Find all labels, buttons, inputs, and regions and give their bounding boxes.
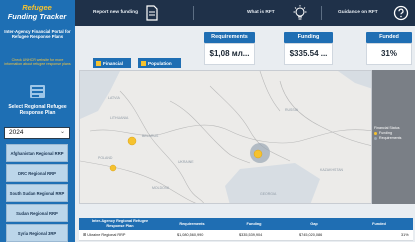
filter-icon [30, 85, 45, 98]
svg-text:UKRAINE: UKRAINE [178, 160, 194, 164]
app-title: Refugee Funding Tracker [4, 3, 70, 21]
table-cell: ⊞ Ukraine Regional RRP [83, 233, 126, 237]
table-cell: 31% [401, 233, 409, 237]
year-dropdown[interactable]: 2024 ⌄ [4, 127, 70, 139]
report-funding-link[interactable]: Report new funding [93, 10, 138, 15]
map-bubble[interactable] [109, 164, 117, 172]
plan-button-afghanistan[interactable]: Afghanistan Regional RRP [6, 144, 68, 162]
svg-text:LITHUANIA: LITHUANIA [110, 116, 129, 120]
funded-card-label: Funded [366, 32, 412, 43]
requirements-card-label: Requirements [204, 32, 255, 43]
plan-button-sudan[interactable]: Sudan Regional RRP [6, 204, 68, 222]
funded-card-value: 31% [366, 43, 412, 65]
lightbulb-icon[interactable] [292, 5, 308, 21]
document-icon[interactable] [144, 5, 160, 21]
population-toggle[interactable]: Population [138, 58, 181, 68]
table-header-cell[interactable]: Funding [229, 218, 279, 230]
what-is-rft-link[interactable]: What is RFT [247, 10, 275, 15]
financial-toggle[interactable]: Financial [93, 58, 131, 68]
table-header-cell[interactable]: Funded [354, 218, 404, 230]
legend-funding-label: Funding [379, 131, 392, 135]
topbar-divider [321, 6, 322, 20]
table-row[interactable]: ⊞ Ukraine Regional RRP $1,080,560,990 $3… [79, 230, 413, 241]
map-canvas[interactable]: LATVIA LITHUANIA BELARUS POLAND UKRAINE … [80, 71, 372, 204]
svg-text:POLAND: POLAND [98, 156, 113, 160]
plan-button-south-sudan[interactable]: South Sudan Regional RRP [6, 184, 68, 202]
guidance-link[interactable]: Guidance on RFT [338, 10, 378, 15]
top-bar: Report new funding What is RFT Guidance … [75, 0, 415, 26]
svg-text:BELARUS: BELARUS [142, 134, 159, 138]
svg-text:MOLDOVA: MOLDOVA [152, 186, 170, 190]
sidebar: Refugee Funding Tracker Inter-Agency Fin… [0, 0, 75, 242]
requirements-card-value: $1,08 мл... [204, 43, 255, 65]
checkbox-icon [96, 60, 101, 66]
app-description: Inter-Agency Financial Portal for Refuge… [4, 29, 71, 40]
funding-card-value: $335.54 ... [284, 43, 333, 65]
svg-text:RUSSIA: RUSSIA [285, 108, 299, 112]
help-icon[interactable] [393, 5, 409, 21]
table-cell: $1,080,560,990 [177, 233, 204, 237]
plan-button-syria[interactable]: Syria Regional 3RP [6, 224, 68, 242]
map-legend: Financial Status Funding Requirements [374, 126, 401, 141]
map-bubble[interactable] [127, 136, 137, 146]
info-note-link[interactable]: Check UNHCR website for more information… [3, 58, 72, 67]
legend-item-requirements: Requirements [374, 136, 401, 141]
funding-card-label: Funding [284, 32, 333, 43]
europe-map[interactable]: LATVIA LITHUANIA BELARUS POLAND UKRAINE … [79, 70, 372, 204]
population-toggle-label: Population [148, 60, 172, 66]
plan-button-drc[interactable]: DRC Regional RRP [6, 164, 68, 182]
table-cell: $745,020,086 [299, 233, 323, 237]
chevron-down-icon: ⌄ [59, 129, 65, 135]
financial-toggle-label: Financial [103, 60, 123, 66]
year-dropdown-value: 2024 [9, 129, 24, 136]
svg-text:GEORGIA: GEORGIA [260, 192, 277, 196]
table-cell-plan: Ukraine Regional RRP [87, 233, 126, 237]
table-header-cell[interactable]: Inter-Agency Regional Refugee Response P… [85, 218, 155, 230]
topbar-divider [193, 6, 194, 20]
app-title-line2: Funding Tracker [7, 11, 67, 21]
table-header-cell[interactable]: Gap [289, 218, 339, 230]
legend-requirements-label: Requirements [379, 136, 402, 140]
table-header-cell[interactable]: Requirements [167, 218, 217, 230]
table-cell: $335,539,904 [239, 233, 263, 237]
checkbox-icon [141, 60, 146, 66]
select-plan-label: Select Regional Refugee Response Plan [8, 104, 67, 116]
plans-table: Inter-Agency Regional Refugee Response P… [75, 208, 415, 242]
map-bubble[interactable] [253, 149, 263, 159]
svg-text:KAZAKHSTAN: KAZAKHSTAN [320, 168, 344, 172]
table-header: Inter-Agency Regional Refugee Response P… [79, 218, 413, 230]
svg-text:LATVIA: LATVIA [108, 96, 120, 100]
